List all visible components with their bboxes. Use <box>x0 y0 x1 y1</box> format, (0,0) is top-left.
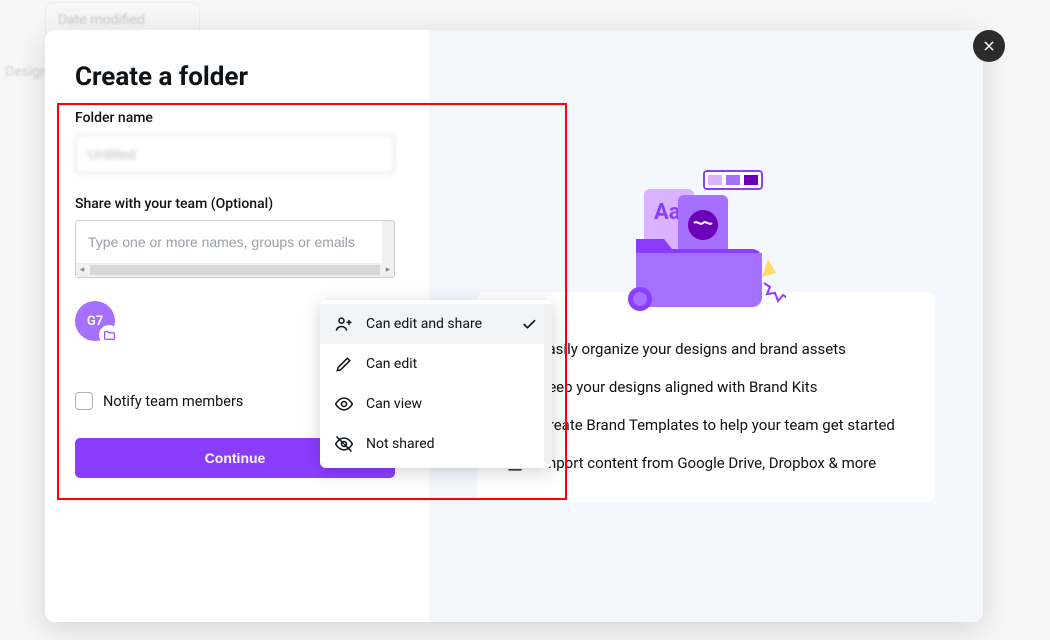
horizontal-scrollbar[interactable] <box>76 263 394 277</box>
close-icon <box>982 39 996 53</box>
modal-title: Create a folder <box>75 62 399 92</box>
folder-illustration: Aa <box>626 163 786 323</box>
folder-name-label: Folder name <box>75 110 399 126</box>
permission-option-label: Not shared <box>366 436 435 452</box>
share-label: Share with your team (Optional) <box>75 196 399 212</box>
permission-option-edit-share[interactable]: Can edit and share <box>320 304 552 344</box>
permission-option-view[interactable]: Can view <box>320 384 552 424</box>
benefit-item: Import content from Google Drive, Dropbo… <box>505 454 907 474</box>
dropdown-scrollbar[interactable] <box>544 304 552 464</box>
pencil-icon <box>334 354 354 374</box>
people-plus-icon <box>334 314 354 334</box>
benefit-item: Easily organize your designs and brand a… <box>505 340 907 360</box>
folder-name-input[interactable] <box>75 134 395 174</box>
avatar-initials: G7 <box>87 314 103 329</box>
avatar-folder-badge-icon <box>99 325 119 345</box>
permission-option-label: Can view <box>366 396 422 412</box>
share-input-wrap <box>75 220 395 278</box>
eye-icon <box>334 394 354 414</box>
benefit-text: Keep your designs aligned with Brand Kit… <box>539 378 817 396</box>
notify-checkbox[interactable] <box>75 392 93 410</box>
benefit-text: Easily organize your designs and brand a… <box>539 340 846 358</box>
benefit-text: Create Brand Templates to help your team… <box>539 416 895 434</box>
permission-option-label: Can edit <box>366 356 417 372</box>
svg-text:Aa: Aa <box>654 200 681 225</box>
permission-dropdown: Can edit and share Can edit Can view Not… <box>320 300 552 468</box>
benefit-text: Import content from Google Drive, Dropbo… <box>539 454 876 472</box>
vertical-scrollbar[interactable] <box>382 221 394 263</box>
permission-option-label: Can edit and share <box>366 316 482 332</box>
permission-option-not-shared[interactable]: Not shared <box>320 424 552 464</box>
team-avatar: G7 <box>75 301 115 341</box>
eye-off-icon <box>334 434 354 454</box>
share-input[interactable] <box>76 221 394 263</box>
permission-option-edit[interactable]: Can edit <box>320 344 552 384</box>
close-button[interactable] <box>973 30 1005 62</box>
benefit-item: Keep your designs aligned with Brand Kit… <box>505 378 907 398</box>
notify-label: Notify team members <box>103 393 243 410</box>
benefit-item: Create Brand Templates to help your team… <box>505 416 907 436</box>
check-icon <box>520 315 538 333</box>
